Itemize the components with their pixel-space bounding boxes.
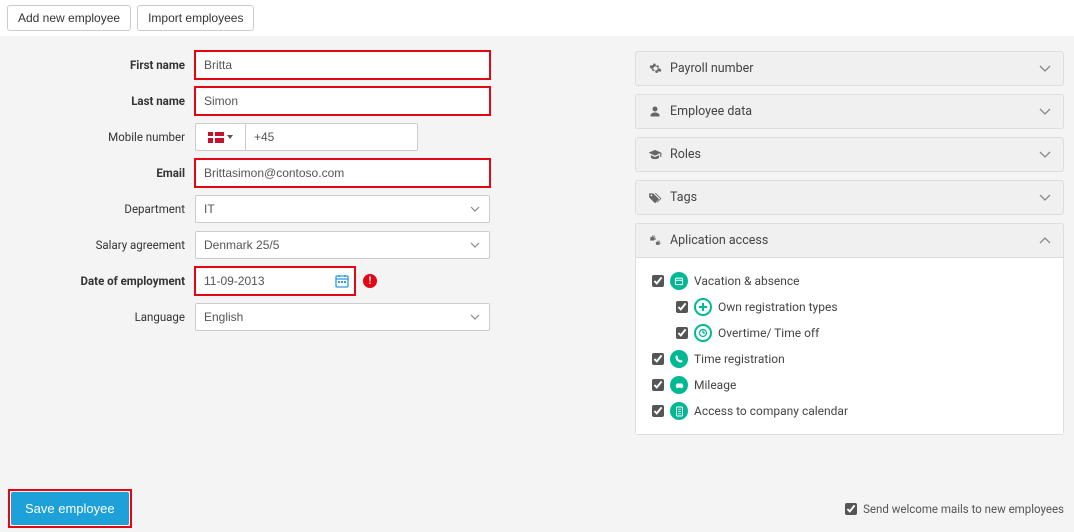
date-of-employment-input[interactable] [195, 267, 355, 295]
language-label: Language [10, 310, 195, 324]
email-input[interactable] [195, 159, 490, 187]
last-name-input[interactable] [195, 87, 490, 115]
calendar-circle-icon [670, 272, 688, 290]
accordion-tags: Tags [635, 180, 1064, 215]
doc-circle-icon [670, 402, 688, 420]
car-circle-icon [670, 376, 688, 394]
language-value: English [204, 310, 243, 324]
calendar-access-checkbox[interactable] [652, 405, 664, 417]
salary-value: Denmark 25/5 [204, 238, 279, 252]
accordion-panel: Payroll number Employee data [635, 51, 1064, 471]
main-content: First name Last name Mobile number [0, 36, 1074, 481]
accordion-title: Roles [670, 147, 1039, 162]
app-access-body: Vacation & absence Own registration type… [636, 257, 1063, 434]
department-select[interactable]: IT [195, 195, 490, 223]
tags-icon [648, 192, 662, 204]
salary-agreement-select[interactable]: Denmark 25/5 [195, 231, 490, 259]
accordion-title: Aplication access [670, 233, 1039, 248]
clock-circle-icon [694, 324, 712, 342]
access-label: Vacation & absence [694, 274, 800, 288]
salary-label: Salary agreement [10, 238, 195, 252]
access-item-calendar: Access to company calendar [648, 398, 1051, 424]
chevron-up-icon [1039, 237, 1051, 244]
chevron-down-icon [1039, 151, 1051, 158]
access-label: Overtime/ Time off [718, 326, 819, 340]
time-reg-checkbox[interactable] [652, 353, 664, 365]
graduation-cap-icon [648, 149, 662, 160]
accordion-roles-header[interactable]: Roles [636, 138, 1063, 171]
access-label: Access to company calendar [694, 404, 848, 418]
access-item-time-reg: Time registration [648, 346, 1051, 372]
overtime-checkbox[interactable] [676, 327, 688, 339]
top-bar: Add new employee Import employees [0, 0, 1074, 36]
vacation-checkbox[interactable] [652, 275, 664, 287]
import-employees-button[interactable]: Import employees [137, 5, 254, 31]
access-label: Mileage [694, 378, 736, 392]
access-label: Own registration types [718, 300, 838, 314]
accordion-payroll: Payroll number [635, 51, 1064, 86]
date-of-employment-label: Date of employment [10, 274, 195, 288]
access-item-overtime: Overtime/ Time off [648, 320, 1051, 346]
mobile-input[interactable] [245, 123, 418, 151]
chevron-down-icon [1039, 194, 1051, 201]
accordion-app-access: Aplication access Vacation & absence [635, 223, 1064, 435]
email-label: Email [10, 166, 195, 180]
accordion-roles: Roles [635, 137, 1064, 172]
calendar-icon[interactable] [335, 274, 349, 288]
accordion-employee-data-header[interactable]: Employee data [636, 95, 1063, 128]
employee-form: First name Last name Mobile number [10, 51, 620, 471]
access-item-mileage: Mileage [648, 372, 1051, 398]
save-employee-button[interactable]: Save employee [11, 492, 129, 525]
user-icon [648, 105, 662, 118]
gear-icon [648, 62, 662, 75]
access-item-vacation: Vacation & absence [648, 268, 1051, 294]
department-value: IT [204, 202, 215, 216]
caret-down-icon [227, 135, 233, 139]
accordion-app-access-header[interactable]: Aplication access [636, 224, 1063, 257]
mobile-label: Mobile number [10, 130, 195, 144]
first-name-input[interactable] [195, 51, 490, 79]
flag-dk-icon [208, 132, 224, 143]
own-reg-checkbox[interactable] [676, 301, 688, 313]
footer: Save employee Send welcome mails to new … [0, 481, 1074, 532]
accordion-title: Tags [670, 190, 1039, 205]
first-name-label: First name [10, 58, 195, 72]
error-icon: ! [363, 274, 377, 288]
chevron-down-icon [1039, 108, 1051, 115]
mileage-checkbox[interactable] [652, 379, 664, 391]
language-select[interactable]: English [195, 303, 490, 331]
last-name-label: Last name [10, 94, 195, 108]
save-button-highlight: Save employee [10, 491, 130, 526]
accordion-employee-data: Employee data [635, 94, 1064, 129]
accordion-payroll-header[interactable]: Payroll number [636, 52, 1063, 85]
send-welcome-mail-label: Send welcome mails to new employees [863, 502, 1064, 516]
accordion-tags-header[interactable]: Tags [636, 181, 1063, 214]
add-new-employee-button[interactable]: Add new employee [7, 5, 131, 31]
access-label: Time registration [694, 352, 785, 366]
phone-circle-icon [670, 350, 688, 368]
plus-circle-icon [694, 298, 712, 316]
country-code-select[interactable] [195, 123, 245, 151]
accordion-title: Employee data [670, 104, 1039, 119]
chevron-down-icon [1039, 65, 1051, 72]
access-item-own-reg: Own registration types [648, 294, 1051, 320]
accordion-title: Payroll number [670, 61, 1039, 76]
department-label: Department [10, 202, 195, 216]
gears-icon [648, 234, 662, 247]
